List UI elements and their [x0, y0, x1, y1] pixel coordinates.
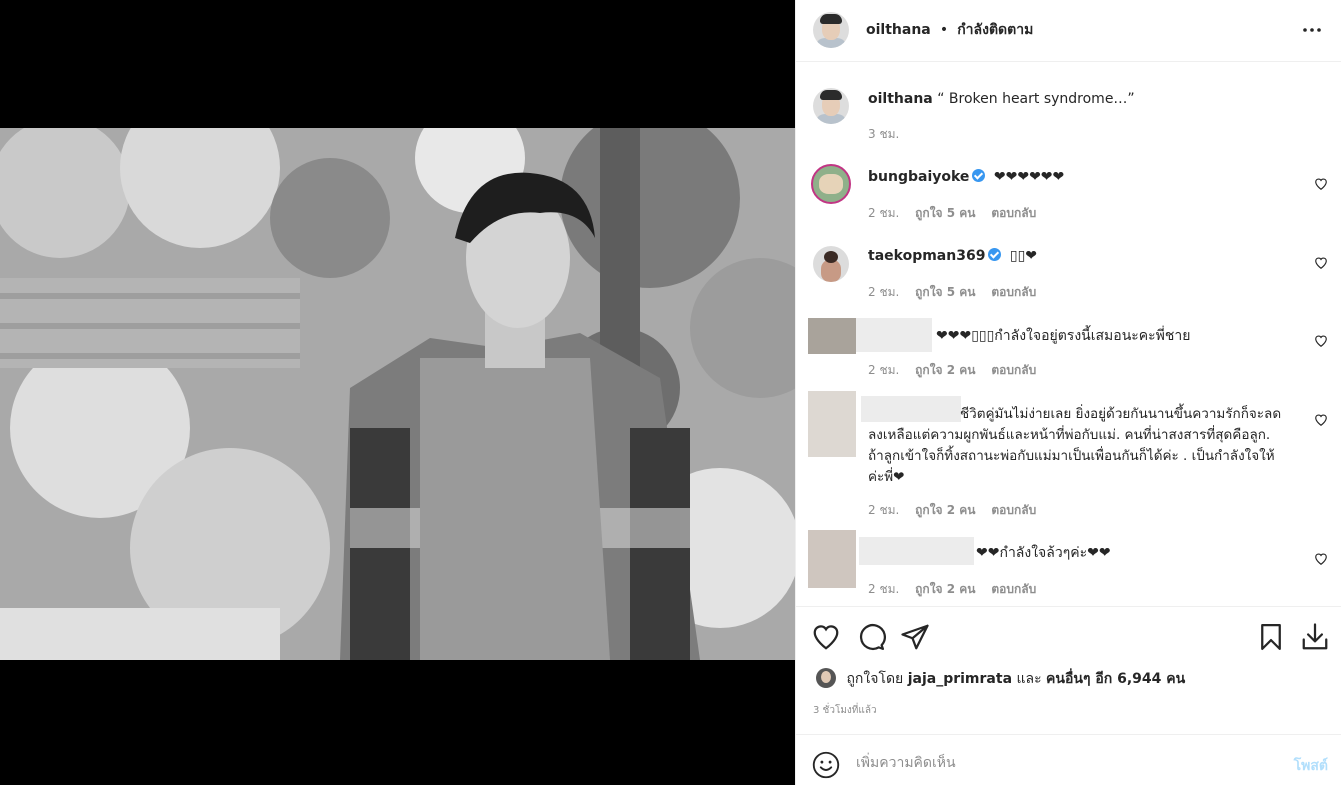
more-horizontal-icon[interactable]: [1300, 18, 1324, 42]
verified-badge-icon: [972, 169, 986, 182]
download-icon[interactable]: [1300, 622, 1330, 652]
comment-like-heart-icon[interactable]: [1314, 334, 1328, 348]
photo-illustration: [0, 128, 795, 660]
smiley-icon[interactable]: [812, 751, 840, 779]
comment-text: ชีวิตคู่มันไม่ง่ายเลย ยิ่งอยู่ด้วยกันนาน…: [868, 406, 1282, 485]
paper-plane-icon[interactable]: [900, 622, 930, 652]
add-comment-bar: โพสต์: [796, 734, 1341, 785]
comments-list[interactable]: oilthana “ Broken heart syndrome…” 3 ชม.…: [796, 63, 1341, 606]
comment-time[interactable]: 2 ชม.: [868, 363, 899, 377]
reply-button[interactable]: ตอบกลับ: [991, 285, 1036, 299]
caption-text: “ Broken heart syndrome…”: [937, 91, 1135, 107]
liker-username[interactable]: jaja_primrata: [908, 671, 1012, 687]
comment-time[interactable]: 2 ชม.: [868, 503, 899, 517]
likes-summary: ถูกใจโดย jaja_primrata และ คนอื่นๆ อีก 6…: [816, 668, 1185, 690]
likes-prefix: ถูกใจโดย: [846, 671, 904, 687]
comment-like-heart-icon[interactable]: [1314, 552, 1328, 566]
post-comment-button[interactable]: โพสต์: [1294, 755, 1328, 777]
post-media: [0, 0, 795, 785]
follow-status-button[interactable]: กำลังติดตาม: [957, 22, 1033, 38]
comment-username[interactable]: bungbaiyoke: [868, 169, 969, 185]
post-header: oilthana • กำลังติดตาม: [796, 0, 1341, 62]
comment-text: ❤❤❤❤❤❤: [993, 169, 1065, 185]
caption-username[interactable]: oilthana: [868, 91, 933, 107]
pixelated-avatar: [808, 391, 856, 457]
reply-button[interactable]: ตอบกลับ: [991, 503, 1036, 517]
comment-like-heart-icon[interactable]: [1314, 256, 1328, 270]
comment-time[interactable]: 2 ชม.: [868, 206, 899, 220]
reply-button[interactable]: ตอบกลับ: [991, 582, 1036, 596]
caption-time[interactable]: 3 ชม.: [868, 127, 899, 141]
comment-time[interactable]: 2 ชม.: [868, 582, 899, 596]
comment-like-heart-icon[interactable]: [1314, 413, 1328, 427]
comment-time[interactable]: 2 ชม.: [868, 285, 899, 299]
comment-username[interactable]: taekopman369: [868, 248, 985, 264]
comment-text: ❤❤❤▯▯▯กำลังใจอยู่ตรงนี้เสมอนะคะพี่ชาย: [936, 328, 1191, 344]
comment-text: ▯▯❤: [1009, 248, 1038, 264]
verified-badge-icon: [988, 248, 1002, 261]
post-actions: ถูกใจโดย jaja_primrata และ คนอื่นๆ อีก 6…: [796, 606, 1341, 734]
header-separator: •: [939, 22, 949, 38]
post-time-ago[interactable]: 3 ชั่วโมงที่แล้ว: [813, 703, 877, 718]
comment-likes[interactable]: ถูกใจ 5 คน: [915, 285, 975, 299]
comment-input[interactable]: [856, 748, 1266, 778]
comment-like-heart-icon[interactable]: [1314, 177, 1328, 191]
commenter-avatar[interactable]: [811, 164, 851, 204]
comment-likes[interactable]: ถูกใจ 5 คน: [915, 206, 975, 220]
heart-icon[interactable]: [811, 622, 841, 652]
liker-avatar[interactable]: [816, 668, 836, 688]
post-photo[interactable]: [0, 128, 795, 660]
post-side-panel: oilthana • กำลังติดตาม oilthana “ Broken…: [795, 0, 1341, 785]
comment-text: ❤❤กำลังใจล้วๆค่ะ❤❤: [976, 545, 1111, 561]
comment-likes[interactable]: ถูกใจ 2 คน: [915, 363, 975, 377]
pixelated-username: [856, 318, 932, 352]
comment-likes[interactable]: ถูกใจ 2 คน: [915, 503, 975, 517]
pixelated-username: [859, 537, 974, 565]
bookmark-icon[interactable]: [1256, 622, 1286, 652]
likes-others-link[interactable]: คนอื่นๆ อีก 6,944 คน: [1046, 671, 1185, 687]
comment-likes[interactable]: ถูกใจ 2 คน: [915, 582, 975, 596]
author-username[interactable]: oilthana: [866, 22, 931, 38]
likes-conj: และ: [1016, 671, 1042, 687]
reply-button[interactable]: ตอบกลับ: [991, 363, 1036, 377]
reply-button[interactable]: ตอบกลับ: [991, 206, 1036, 220]
pixelated-avatar: [808, 530, 856, 588]
comment-icon[interactable]: [856, 622, 886, 652]
commenter-avatar[interactable]: [813, 246, 849, 282]
author-avatar[interactable]: [813, 12, 849, 48]
caption-avatar[interactable]: [813, 88, 849, 124]
pixelated-avatar: [808, 318, 856, 354]
